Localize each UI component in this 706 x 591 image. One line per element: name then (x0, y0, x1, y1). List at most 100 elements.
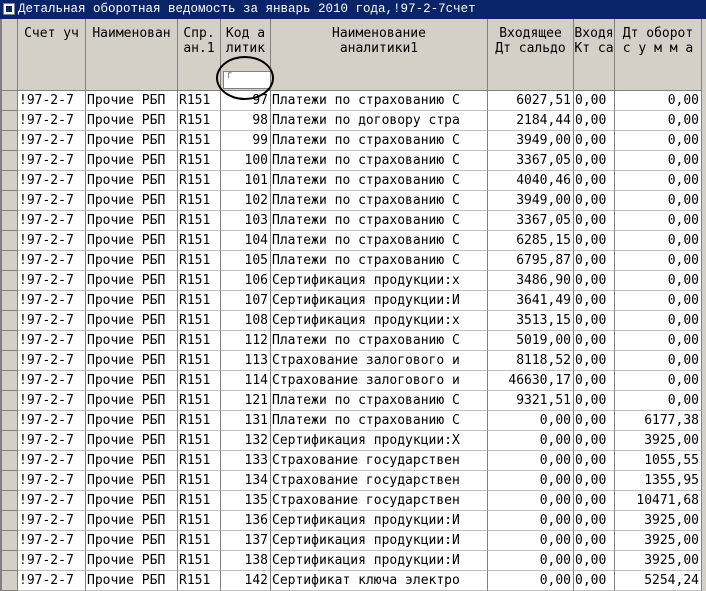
cell-code[interactable]: 98 (221, 111, 271, 131)
cell-opening-kt[interactable]: 0,00 (574, 211, 615, 231)
row-selector[interactable] (2, 171, 18, 191)
cell-analytic-name[interactable]: Платежи по страхованию С (271, 211, 488, 231)
cell-name[interactable]: Прочие РБП (86, 291, 178, 311)
cell-account[interactable]: !97-2-7 (18, 431, 86, 451)
cell-analytic-name[interactable]: Платежи по страхованию С (271, 331, 488, 351)
cell-ref[interactable]: R151 (178, 431, 221, 451)
cell-account[interactable]: !97-2-7 (18, 271, 86, 291)
cell-account[interactable]: !97-2-7 (18, 351, 86, 371)
column-header-account[interactable]: Счет уч (18, 19, 86, 91)
table-row[interactable]: !97-2-7 Прочие РБП R151 103 Платежи по страх… (2, 211, 706, 231)
cell-opening-dt[interactable]: 6795,87 (488, 251, 574, 271)
cell-account[interactable]: !97-2-7 (18, 391, 86, 411)
cell-opening-dt[interactable]: 0,00 (488, 511, 574, 531)
cell-code[interactable]: 97 (221, 91, 271, 111)
cell-opening-dt[interactable]: 8118,52 (488, 351, 574, 371)
cell-account[interactable]: !97-2-7 (18, 111, 86, 131)
cell-analytic-name[interactable]: Платежи по страхованию С (271, 131, 488, 151)
cell-opening-dt[interactable]: 0,00 (488, 551, 574, 571)
cell-opening-dt[interactable]: 0,00 (488, 411, 574, 431)
cell-turnover-dt[interactable]: 10471,68 (615, 491, 702, 511)
cell-opening-kt[interactable]: 0,00 (574, 131, 615, 151)
cell-analytic-name[interactable]: Сертификация продукции:х (271, 271, 488, 291)
row-selector[interactable] (2, 571, 18, 591)
cell-turnover-dt[interactable]: 0,00 (615, 111, 702, 131)
cell-account[interactable]: !97-2-7 (18, 131, 86, 151)
cell-code[interactable]: 112 (221, 331, 271, 351)
cell-opening-kt[interactable]: 0,00 (574, 551, 615, 571)
cell-opening-dt[interactable]: 6027,51 (488, 91, 574, 111)
row-selector[interactable] (2, 191, 18, 211)
cell-opening-kt[interactable]: 0,00 (574, 291, 615, 311)
cell-opening-dt[interactable]: 3367,05 (488, 211, 574, 231)
row-selector[interactable] (2, 211, 18, 231)
cell-opening-dt[interactable]: 4040,46 (488, 171, 574, 191)
row-selector[interactable] (2, 131, 18, 151)
cell-name[interactable]: Прочие РБП (86, 451, 178, 471)
cell-ref[interactable]: R151 (178, 491, 221, 511)
cell-ref[interactable]: R151 (178, 471, 221, 491)
cell-name[interactable]: Прочие РБП (86, 471, 178, 491)
cell-code[interactable]: 132 (221, 431, 271, 451)
row-selector[interactable] (2, 331, 18, 351)
cell-opening-kt[interactable]: 0,00 (574, 191, 615, 211)
cell-account[interactable]: !97-2-7 (18, 451, 86, 471)
system-menu-icon[interactable] (3, 3, 15, 15)
cell-ref[interactable]: R151 (178, 291, 221, 311)
cell-code[interactable]: 99 (221, 131, 271, 151)
cell-code[interactable]: 114 (221, 371, 271, 391)
column-header-turnover-dt[interactable]: Дт оборот с у м м а (615, 19, 702, 91)
row-selector[interactable] (2, 511, 18, 531)
cell-name[interactable]: Прочие РБП (86, 171, 178, 191)
cell-opening-kt[interactable]: 0,00 (574, 411, 615, 431)
cell-ref[interactable]: R151 (178, 551, 221, 571)
cell-analytic-name[interactable]: Платежи по страхованию С (271, 411, 488, 431)
cell-analytic-name[interactable]: Сертификат ключа электро (271, 571, 488, 591)
cell-ref[interactable]: R151 (178, 191, 221, 211)
cell-name[interactable]: Прочие РБП (86, 371, 178, 391)
cell-analytic-name[interactable]: Платежи по страхованию С (271, 231, 488, 251)
cell-opening-kt[interactable]: 0,00 (574, 251, 615, 271)
cell-turnover-dt[interactable]: 0,00 (615, 91, 702, 111)
cell-turnover-dt[interactable]: 0,00 (615, 371, 702, 391)
cell-code[interactable]: 138 (221, 551, 271, 571)
cell-opening-kt[interactable]: 0,00 (574, 531, 615, 551)
table-row[interactable]: !97-2-7 Прочие РБП R151 142 Сертификат ключа… (2, 571, 706, 591)
cell-turnover-dt[interactable]: 3925,00 (615, 531, 702, 551)
table-row[interactable]: !97-2-7 Прочие РБП R151 113 Страхование зало… (2, 351, 706, 371)
column-header-name[interactable]: Наименован (86, 19, 178, 91)
cell-turnover-dt[interactable]: 0,00 (615, 211, 702, 231)
table-row[interactable]: !97-2-7 Прочие РБП R151 132 Сертификация про… (2, 431, 706, 451)
row-selector[interactable] (2, 371, 18, 391)
table-row[interactable]: !97-2-7 Прочие РБП R151 136 Сертификация про… (2, 511, 706, 531)
cell-opening-dt[interactable]: 2184,44 (488, 111, 574, 131)
table-row[interactable]: !97-2-7 Прочие РБП R151 131 Платежи по страх… (2, 411, 706, 431)
cell-code[interactable]: 121 (221, 391, 271, 411)
cell-opening-kt[interactable]: 0,00 (574, 151, 615, 171)
column-header-analytic-name[interactable]: Наименование аналитики1 (271, 19, 488, 91)
table-row[interactable]: !97-2-7 Прочие РБП R151 105 Платежи по страх… (2, 251, 706, 271)
cell-code[interactable]: 131 (221, 411, 271, 431)
cell-analytic-name[interactable]: Сертификация продукции:И (271, 511, 488, 531)
row-selector[interactable] (2, 491, 18, 511)
cell-analytic-name[interactable]: Сертификация продукции:х (271, 311, 488, 331)
cell-account[interactable]: !97-2-7 (18, 191, 86, 211)
row-selector[interactable] (2, 451, 18, 471)
table-row[interactable]: !97-2-7 Прочие РБП R151 133 Страхование госу… (2, 451, 706, 471)
cell-opening-dt[interactable]: 0,00 (488, 531, 574, 551)
row-selector[interactable] (2, 311, 18, 331)
cell-opening-kt[interactable]: 0,00 (574, 91, 615, 111)
cell-code[interactable]: 108 (221, 311, 271, 331)
cell-opening-dt[interactable]: 6285,15 (488, 231, 574, 251)
cell-opening-kt[interactable]: 0,00 (574, 331, 615, 351)
cell-opening-dt[interactable]: 46630,17 (488, 371, 574, 391)
cell-account[interactable]: !97-2-7 (18, 151, 86, 171)
cell-ref[interactable]: R151 (178, 411, 221, 431)
cell-analytic-name[interactable]: Платежи по страхованию С (271, 151, 488, 171)
cell-analytic-name[interactable]: Платежи по страхованию С (271, 391, 488, 411)
row-selector[interactable] (2, 411, 18, 431)
cell-code[interactable]: 134 (221, 471, 271, 491)
cell-name[interactable]: Прочие РБП (86, 511, 178, 531)
cell-ref[interactable]: R151 (178, 211, 221, 231)
cell-name[interactable]: Прочие РБП (86, 391, 178, 411)
